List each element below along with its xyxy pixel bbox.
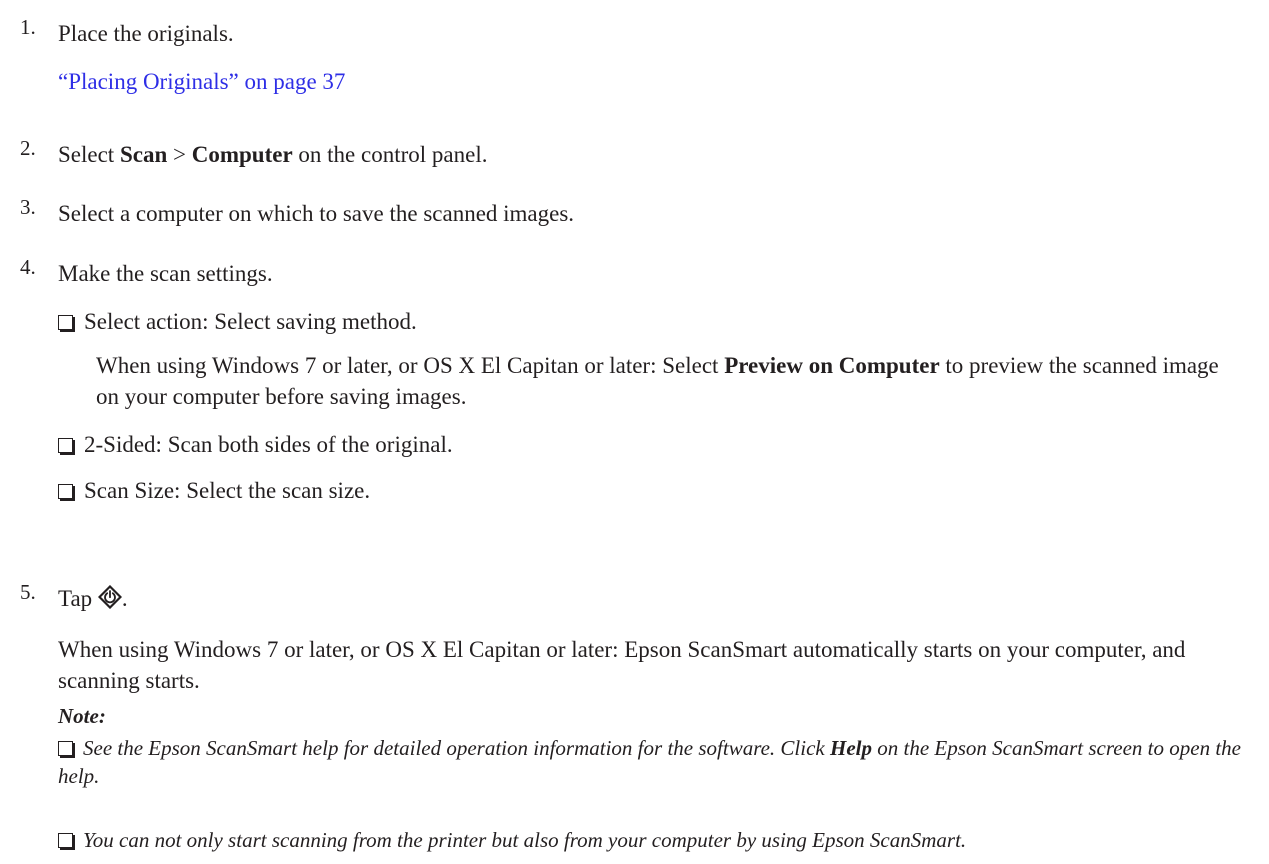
checkbox-bullet-icon	[58, 484, 73, 499]
step-number: 5.	[20, 580, 36, 604]
step-text: Place the originals.	[58, 21, 234, 46]
step-number: 1.	[20, 15, 36, 39]
note-item: You can not only start scanning from the…	[58, 826, 1248, 854]
scan-menu-label: Scan	[119, 142, 168, 167]
computer-menu-label: Computer	[191, 142, 293, 167]
step-text: Select Scan > Computer on the control pa…	[58, 142, 488, 167]
preview-on-computer-label: Preview on Computer	[724, 353, 940, 378]
step-number: 2.	[20, 136, 36, 160]
checkbox-bullet-icon	[58, 833, 73, 848]
option-2-sided: 2-Sided: Scan both sides of the original…	[58, 429, 453, 460]
step-text: Tap .	[58, 583, 128, 617]
option-scan-size: Scan Size: Select the scan size.	[58, 475, 370, 506]
note-item: See the Epson ScanSmart help for detaile…	[58, 736, 1241, 788]
placing-originals-link[interactable]: “Placing Originals” on page 37	[58, 66, 345, 97]
checkbox-bullet-icon	[58, 438, 73, 453]
step-number: 4.	[20, 255, 36, 279]
note-heading: Note:	[58, 704, 106, 728]
help-label: Help	[829, 736, 872, 760]
checkbox-bullet-icon	[58, 741, 73, 756]
step-number: 3.	[20, 195, 36, 219]
step-5-detail: When using Windows 7 or later, or OS X E…	[58, 637, 1186, 693]
start-diamond-icon	[97, 584, 122, 617]
select-action-detail: When using Windows 7 or later, or OS X E…	[96, 353, 1219, 409]
step-text: Select a computer on which to save the s…	[58, 201, 575, 226]
checkbox-bullet-icon	[58, 315, 73, 330]
step-text: Make the scan settings.	[58, 261, 273, 286]
option-select-action: Select action: Select saving method.	[58, 306, 417, 337]
